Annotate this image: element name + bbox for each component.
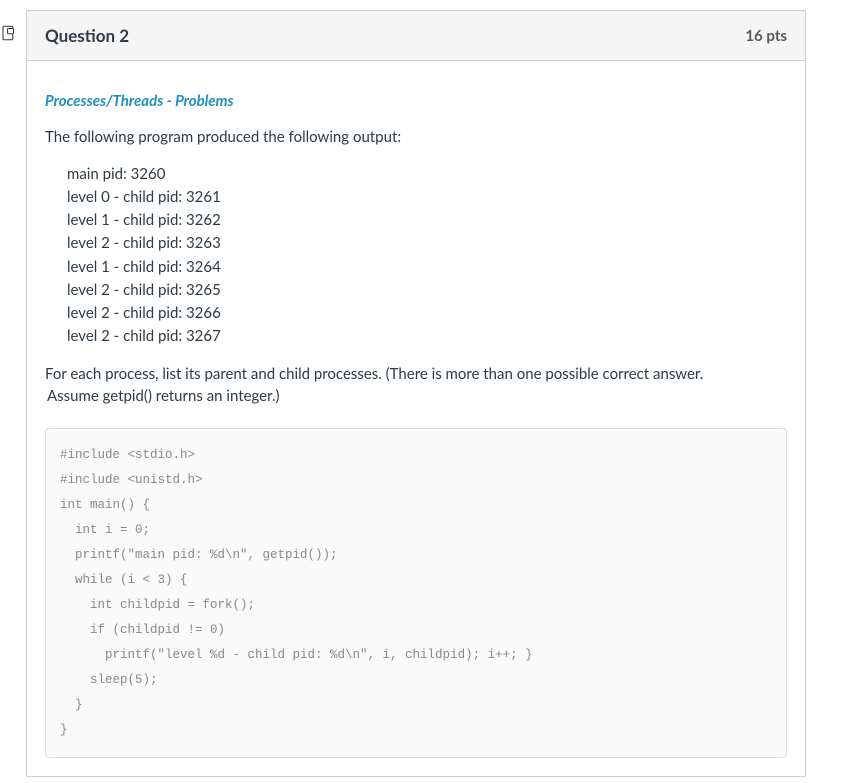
output-line: level 2 - child pid: 3263 [67, 232, 787, 255]
output-line: level 2 - child pid: 3265 [67, 279, 787, 302]
task-description: For each process, list its parent and ch… [45, 363, 787, 408]
code-block: #include <stdio.h> #include <unistd.h> i… [45, 428, 787, 758]
question-marker-icon [0, 24, 18, 42]
output-line: level 1 - child pid: 3264 [67, 256, 787, 279]
intro-text: The following program produced the follo… [45, 127, 787, 149]
program-output: main pid: 3260 level 0 - child pid: 3261… [67, 163, 787, 349]
task-description-line2: Assume getpid() returns an integer.) [47, 385, 787, 408]
section-heading: Processes/Threads - Problems [45, 91, 787, 113]
question-body: Processes/Threads - Problems The followi… [27, 61, 805, 776]
question-header: Question 2 16 pts [27, 11, 805, 61]
question-title: Question 2 [45, 25, 129, 46]
output-line: level 2 - child pid: 3266 [67, 302, 787, 325]
task-description-line1: For each process, list its parent and ch… [45, 365, 703, 383]
output-line: level 1 - child pid: 3262 [67, 209, 787, 232]
output-line: main pid: 3260 [67, 163, 787, 186]
question-points: 16 pts [745, 27, 787, 45]
output-line: level 0 - child pid: 3261 [67, 186, 787, 209]
output-line: level 2 - child pid: 3267 [67, 325, 787, 348]
question-card: Question 2 16 pts Processes/Threads - Pr… [26, 10, 806, 777]
